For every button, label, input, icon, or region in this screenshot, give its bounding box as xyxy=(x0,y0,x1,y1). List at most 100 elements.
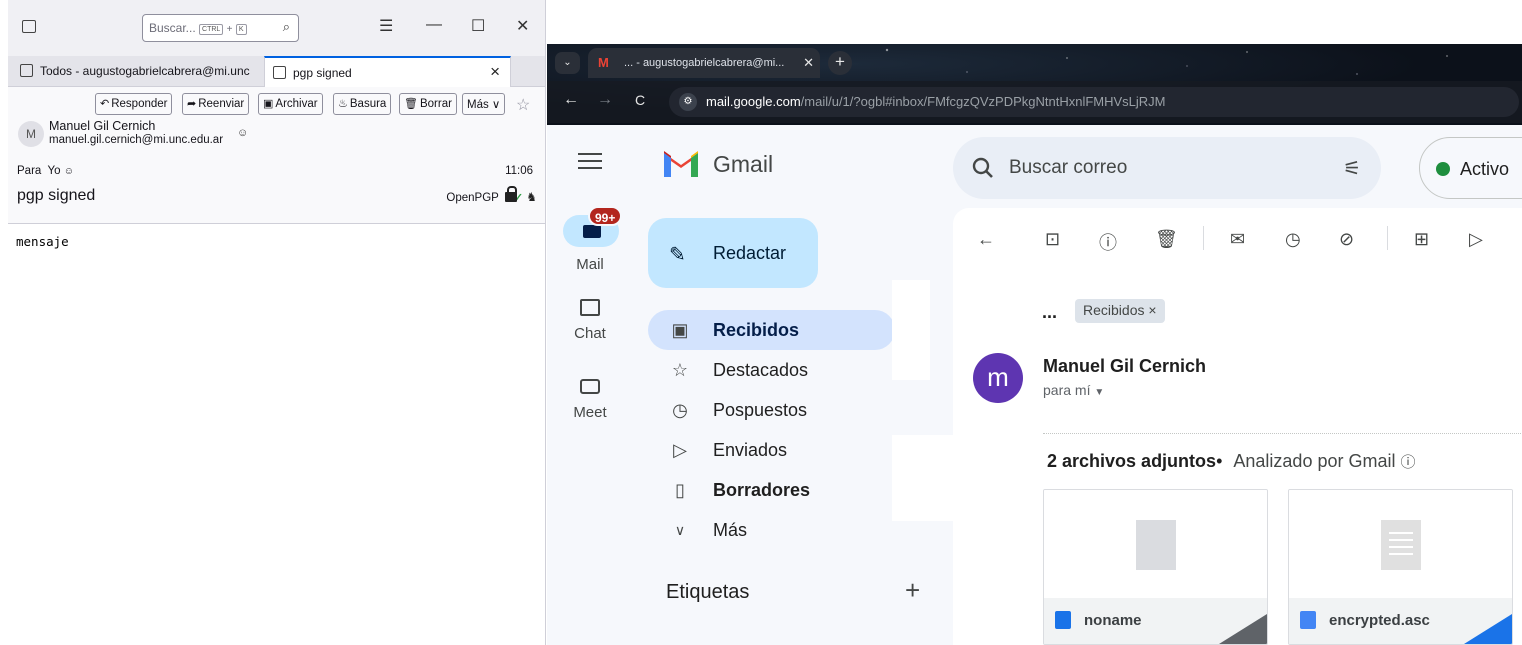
forward-icon: ➦ xyxy=(187,98,197,110)
nav-item-drafts[interactable]: ▯ Borradores xyxy=(648,470,895,510)
sender-email[interactable]: manuel.gil.cernich@mi.unc.edu.ar xyxy=(49,134,223,146)
url-path: /mail/u/1/?ogbl#inbox/FMfcgzQVzPDPkgNtnt… xyxy=(800,94,1166,109)
search-options-icon[interactable]: ⚟ xyxy=(1343,156,1361,181)
archive-button[interactable]: ▣ Archivar xyxy=(258,93,323,115)
label-chip[interactable]: Recibidos × xyxy=(1075,299,1165,323)
pencil-icon: ✎ xyxy=(669,244,686,266)
gmail-logo-icon[interactable] xyxy=(661,147,701,177)
file-type-icon xyxy=(1055,611,1071,629)
sender-avatar[interactable]: m xyxy=(973,353,1023,403)
chevron-down-icon: ∨ xyxy=(674,522,686,538)
video-icon xyxy=(580,379,600,394)
add-task-icon[interactable]: ⊘ xyxy=(1339,229,1354,250)
draft-icon: ▯ xyxy=(675,480,685,500)
sidebar-toggle-icon[interactable] xyxy=(22,20,36,33)
global-search-input[interactable]: Buscar... CTRL + K ⌕ xyxy=(142,14,299,42)
rail-meet[interactable]: Meet xyxy=(547,379,633,429)
rail-chat[interactable]: Chat xyxy=(547,299,633,349)
more-button[interactable]: Más ∨ xyxy=(462,93,506,115)
show-more-button[interactable]: ... xyxy=(1042,302,1057,323)
file-icon xyxy=(1136,520,1176,570)
search-icon[interactable] xyxy=(971,156,995,180)
message-icon xyxy=(273,66,286,79)
tab-search-button[interactable]: ⌄ xyxy=(555,52,580,74)
close-window-icon[interactable]: ✕ xyxy=(516,16,529,36)
recipient-value[interactable]: Yo xyxy=(47,165,60,177)
archive-icon: ▣ xyxy=(263,98,274,110)
reload-icon[interactable]: C xyxy=(635,92,645,108)
close-tab-icon[interactable]: ✕ xyxy=(803,55,814,71)
new-tab-button[interactable]: + xyxy=(828,51,852,75)
thunderbird-window: Buscar... CTRL + K ⌕ ☰ — ☐ ✕ Todos - aug… xyxy=(8,0,546,645)
report-spam-icon[interactable]: ⓘ xyxy=(1099,229,1117,255)
nav-label: Recibidos xyxy=(713,320,800,340)
address-bar-row: ← → C ⚙ mail.google.com/mail/u/1/?ogbl#i… xyxy=(547,81,1522,123)
add-label-button[interactable]: + xyxy=(905,575,920,606)
clock-icon: ◷ xyxy=(672,400,688,420)
nav-item-more[interactable]: ∨ Más xyxy=(648,510,895,550)
gmail-app: Gmail Buscar correo ⚟ Activo 99+ Mail Ch… xyxy=(547,125,1522,645)
label-icon[interactable]: ▷ xyxy=(1469,229,1483,250)
info-icon[interactable]: ⓘ xyxy=(1401,454,1416,471)
tab-label: Todos - augustogabrielcabrera@mi.unc xyxy=(40,64,250,78)
thread-view: ← ⊡ ⓘ 🗑 ✉ ◷ ⊘ ⊞ ▷ ... Recibidos × m Manu… xyxy=(953,208,1522,645)
back-arrow-icon[interactable]: ← xyxy=(977,229,995,250)
caret-down-icon: ▼ xyxy=(1094,387,1105,398)
minimize-icon[interactable]: — xyxy=(426,16,442,34)
attachments-separator: • xyxy=(1216,451,1223,471)
page-fold-icon xyxy=(1219,614,1267,644)
nav-item-starred[interactable]: ☆ Destacados xyxy=(648,350,895,390)
app-menu-icon[interactable]: ☰ xyxy=(379,16,393,36)
tab-inbox[interactable]: Todos - augustogabrielcabrera@mi.unc xyxy=(12,56,260,87)
junk-label: Basura xyxy=(349,98,387,110)
forward-button[interactable]: ➦ Reenviar xyxy=(182,93,250,115)
mail-search-input[interactable]: Buscar correo ⚟ xyxy=(953,137,1381,199)
browser-tab-title: ... - augustogabrielcabrera@mi... xyxy=(624,57,785,69)
url-bar[interactable]: ⚙ mail.google.com/mail/u/1/?ogbl#inbox/F… xyxy=(669,87,1519,117)
compose-button[interactable]: ✎ Redactar xyxy=(648,218,818,288)
message-time: 11:06 xyxy=(505,165,533,177)
shortcut-key-k: K xyxy=(235,24,247,35)
browser-tab-gmail[interactable]: M ... - augustogabrielcabrera@mi... ✕ xyxy=(588,48,820,78)
tab-message[interactable]: pgp signed × xyxy=(264,56,511,87)
snooze-icon[interactable]: ◷ xyxy=(1285,229,1301,250)
main-menu-icon[interactable] xyxy=(578,153,602,174)
nav-item-sent[interactable]: ▷ Enviados xyxy=(648,430,895,470)
mark-unread-icon[interactable]: ✉ xyxy=(1230,229,1245,250)
forward-icon[interactable]: → xyxy=(597,91,613,109)
divider xyxy=(1043,433,1522,434)
nav-label: Más xyxy=(713,520,748,540)
chat-icon xyxy=(580,299,600,316)
message-subject: pgp signed xyxy=(17,187,96,204)
sender-name[interactable]: Manuel Gil Cernich xyxy=(49,119,155,133)
nav-item-snoozed[interactable]: ◷ Pospuestos xyxy=(648,390,895,430)
trash-icon[interactable]: 🗑 xyxy=(1155,229,1178,250)
attachment-card[interactable]: noname xyxy=(1043,489,1268,645)
sender-name[interactable]: Manuel Gil Cernich xyxy=(1043,356,1206,377)
trash-icon: 🗑 xyxy=(404,98,418,110)
mail-icon xyxy=(583,225,601,238)
move-to-icon[interactable]: ⊞ xyxy=(1414,229,1429,250)
rail-mail[interactable]: 99+ Mail xyxy=(547,206,633,285)
star-icon: ☆ xyxy=(671,360,689,380)
star-icon[interactable]: ☆ xyxy=(516,95,530,115)
junk-button[interactable]: ♨ Basura xyxy=(333,93,392,115)
recipient-details[interactable]: para mí ▼ xyxy=(1043,382,1104,398)
labels-heading: Etiquetas xyxy=(666,581,750,603)
attachment-card[interactable]: encrypted.asc xyxy=(1288,489,1513,645)
maximize-icon[interactable]: ☐ xyxy=(471,16,485,36)
back-icon[interactable]: ← xyxy=(563,91,579,109)
rail-mail-label: Mail xyxy=(576,256,604,273)
status-selector[interactable]: Activo xyxy=(1419,137,1522,199)
archive-icon[interactable]: ⊡ xyxy=(1045,229,1060,250)
url-host: mail.google.com xyxy=(706,94,801,109)
delete-button[interactable]: 🗑 Borrar xyxy=(399,93,457,115)
site-settings-icon[interactable]: ⚙ xyxy=(679,93,697,111)
close-tab-icon[interactable]: × xyxy=(490,62,500,82)
openpgp-status[interactable]: OpenPGP ✓ ♞ xyxy=(446,186,537,204)
nav-item-inbox[interactable]: ▣ Recibidos xyxy=(648,310,895,350)
inbox-icon: ▣ xyxy=(671,320,689,340)
reply-button[interactable]: ↶ Responder xyxy=(95,93,173,115)
contact-icon[interactable]: ☺ xyxy=(237,127,248,139)
lock-icon xyxy=(504,186,517,202)
